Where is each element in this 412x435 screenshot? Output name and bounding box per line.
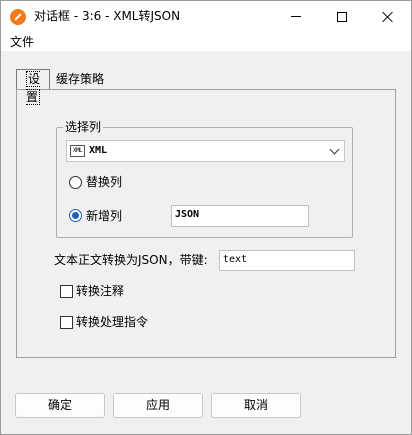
maximize-button[interactable] — [319, 1, 365, 32]
replace-column-label: 替换列 — [86, 175, 123, 189]
tab-cache-strategy[interactable]: 缓存策略 — [53, 70, 107, 90]
text-key-label: 文本正文转换为JSON，带键: — [54, 253, 208, 267]
column-select[interactable]: XML XML — [66, 140, 345, 162]
add-column-radio[interactable] — [69, 209, 82, 222]
close-icon — [382, 11, 394, 23]
maximize-icon — [337, 11, 347, 22]
chevron-down-icon — [329, 144, 340, 155]
window-title: 对话框 - 3:6 - XML转JSON — [34, 9, 181, 23]
menu-file[interactable]: 文件 — [10, 34, 34, 50]
close-button[interactable] — [365, 1, 411, 32]
text-key-input[interactable]: text — [219, 250, 355, 271]
new-column-name-input[interactable]: JSON — [171, 205, 309, 227]
cancel-button[interactable]: 取消 — [211, 393, 301, 418]
tab-settings[interactable]: 设置 — [16, 69, 50, 105]
convert-pi-label: 转换处理指令 — [76, 315, 149, 329]
minimize-icon — [291, 16, 301, 17]
column-select-value: XML — [89, 145, 108, 156]
minimize-button[interactable] — [273, 1, 319, 32]
group-title: 选择列 — [63, 119, 104, 135]
tab-settings-label: 设置 — [25, 71, 40, 105]
xml-column-icon: XML — [70, 145, 85, 157]
add-column-label: 新增列 — [86, 209, 123, 223]
title-bar[interactable]: 对话框 - 3:6 - XML转JSON — [1, 1, 411, 33]
app-logo-icon — [10, 9, 26, 25]
convert-pi-checkbox[interactable] — [60, 316, 73, 329]
apply-button[interactable]: 应用 — [113, 393, 203, 418]
menu-bar: 文件 — [1, 33, 411, 51]
convert-comments-checkbox[interactable] — [60, 285, 73, 298]
dialog-window: 对话框 - 3:6 - XML转JSON 文件 设置 缓存策略 选择列 XML … — [0, 0, 412, 435]
replace-column-radio[interactable] — [69, 176, 82, 189]
ok-button[interactable]: 确定 — [15, 393, 105, 418]
convert-comments-label: 转换注释 — [76, 284, 125, 298]
